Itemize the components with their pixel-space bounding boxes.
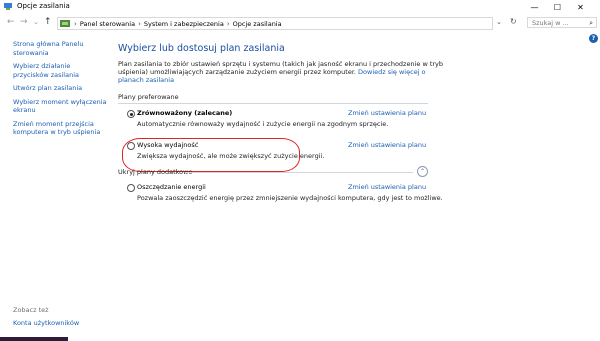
help-button[interactable]: ? xyxy=(589,34,598,43)
taskbar-edge xyxy=(0,337,600,341)
plan-high-performance: Wysoka wydajność Zwiększa wydajność, ale… xyxy=(118,138,573,172)
hide-additional-plans-label[interactable]: Ukryj plany dodatkowe xyxy=(118,168,192,176)
plan-power-saver-name[interactable]: Oszczędzanie energii xyxy=(137,183,206,191)
sidebar-item-control-panel-home[interactable]: Strona główna Panelu sterowania xyxy=(13,40,108,57)
back-button[interactable]: ← xyxy=(7,16,15,28)
plan-balanced-radio[interactable] xyxy=(127,110,135,118)
plan-power-saver-settings-link[interactable]: Zmień ustawienia planu xyxy=(348,183,426,191)
sidebar-item-user-accounts[interactable]: Konta użytkowników xyxy=(13,319,79,328)
close-button[interactable]: ✕ xyxy=(569,0,592,14)
plan-power-saver: Oszczędzanie energii Pozwala zaoszczędzi… xyxy=(118,182,573,208)
see-also-label: Zobacz też xyxy=(13,306,49,314)
recent-locations-dropdown[interactable]: ⌄ xyxy=(33,16,39,28)
power-options-icon xyxy=(4,3,12,10)
main-content: Wybierz lub dostosuj plan zasilania Plan… xyxy=(118,43,573,208)
address-bar: ← → ⌄ ↑ › Panel sterowania › System i za… xyxy=(0,15,600,30)
plan-high-performance-radio[interactable] xyxy=(127,142,135,150)
search-input[interactable]: Szukaj w ... ⌕ xyxy=(527,17,597,28)
search-icon: ⌕ xyxy=(589,19,593,27)
plan-balanced-description: Automatycznie równoważy wydajność i zuży… xyxy=(137,120,389,128)
plan-high-performance-settings-link[interactable]: Zmień ustawienia planu xyxy=(348,141,426,149)
breadcrumb-control-panel[interactable]: Panel sterowania xyxy=(80,20,135,28)
window-title: Opcje zasilania xyxy=(17,2,70,10)
sidebar-item-power-buttons[interactable]: Wybierz działanie przycisków zasilania xyxy=(13,62,108,79)
search-placeholder: Szukaj w ... xyxy=(532,18,569,27)
sidebar-item-create-plan[interactable]: Utwórz plan zasilania xyxy=(13,84,108,93)
refresh-button[interactable]: ↻ xyxy=(510,16,517,28)
plan-balanced-settings-link[interactable]: Zmień ustawienia planu xyxy=(348,109,426,117)
breadcrumb-separator: › xyxy=(74,19,77,28)
page-title: Wybierz lub dostosuj plan zasilania xyxy=(118,43,285,54)
intro-text: Plan zasilania to zbiór ustawień sprzętu… xyxy=(118,60,448,84)
plan-high-performance-description: Zwiększa wydajność, ale może zwiększyć z… xyxy=(137,152,325,160)
section-divider xyxy=(185,172,413,173)
forward-button[interactable]: → xyxy=(20,16,28,28)
plan-power-saver-description: Pozwala zaoszczędzić energię przez zmnie… xyxy=(137,194,443,202)
minimize-button[interactable]: — xyxy=(523,0,546,14)
collapse-chevron-icon[interactable]: ⌃ xyxy=(417,166,428,177)
plan-balanced: Zrównoważony (zalecane) Automatycznie ró… xyxy=(118,108,573,134)
maximize-button[interactable]: ☐ xyxy=(546,0,569,14)
plan-high-performance-name[interactable]: Wysoka wydajność xyxy=(137,141,198,149)
sidebar-item-display-off[interactable]: Wybierz moment wyłączenia ekranu xyxy=(13,98,108,115)
breadcrumb-separator: › xyxy=(226,19,230,28)
section-divider xyxy=(118,103,428,104)
up-button[interactable]: ↑ xyxy=(44,16,52,28)
breadcrumb-system-security[interactable]: System i zabezpieczenia xyxy=(144,20,224,28)
title-bar: Opcje zasilania — ☐ ✕ xyxy=(0,0,600,14)
sidebar-item-sleep-time[interactable]: Zmień moment przejścia komputera w tryb … xyxy=(13,120,108,137)
taskbar-dark-segment xyxy=(0,337,68,341)
breadcrumb-separator: › xyxy=(138,19,141,28)
plan-balanced-name[interactable]: Zrównoważony (zalecane) xyxy=(137,109,232,117)
hidden-plans-row: Ukryj plany dodatkowe ⌃ xyxy=(118,166,573,180)
sidebar: Strona główna Panelu sterowania Wybierz … xyxy=(13,40,108,142)
control-panel-icon xyxy=(60,20,70,27)
address-history-dropdown[interactable]: ⌄ xyxy=(496,16,502,28)
plan-power-saver-radio[interactable] xyxy=(127,184,135,192)
breadcrumb-power-options[interactable]: Opcje zasilania xyxy=(233,20,282,28)
preferred-plans-label: Plany preferowane xyxy=(118,93,179,101)
address-box[interactable]: › Panel sterowania › System i zabezpiecz… xyxy=(57,17,493,30)
sidebar-see-also: Zobacz też Konta użytkowników xyxy=(13,306,79,333)
